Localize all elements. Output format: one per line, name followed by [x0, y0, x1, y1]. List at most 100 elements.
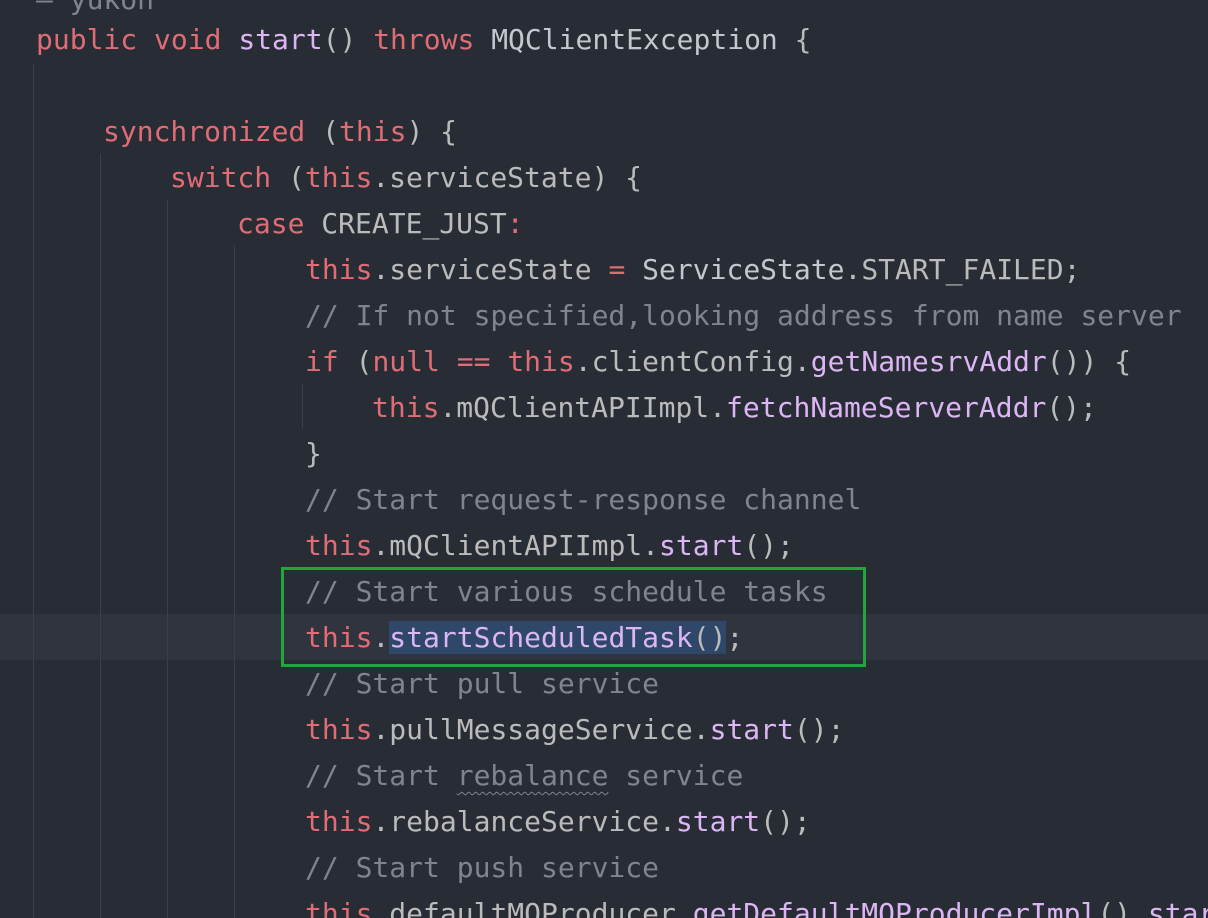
code-token: serviceState: [389, 161, 592, 194]
code-token: ();: [793, 713, 845, 746]
code-token: this: [339, 115, 407, 148]
code-token: case: [237, 207, 305, 240]
code-token: ().: [1097, 897, 1148, 918]
code-line[interactable]: }: [0, 431, 1208, 477]
code-line[interactable]: // If not specified,looking address from…: [0, 293, 1208, 339]
code-token: mQClientAPIImpl: [456, 391, 710, 424]
code-line[interactable]: this.startScheduledTask();: [0, 615, 1208, 661]
code-token: CREATE_JUST: [321, 207, 507, 240]
code-token: service: [608, 759, 744, 792]
code-token: ;: [1063, 253, 1081, 286]
code-token: .: [709, 391, 727, 424]
code-line[interactable]: // Start push service: [0, 845, 1208, 891]
code-token: .: [692, 713, 710, 746]
code-line[interactable]: this.mQClientAPIImpl.start();: [0, 523, 1208, 569]
code-token: ) {: [591, 161, 643, 194]
code-token: startScheduledTask: [389, 621, 693, 654]
code-token: void: [154, 23, 222, 56]
code-token: (: [338, 345, 373, 378]
code-token: ==: [456, 345, 491, 378]
code-token: fetchNameServerAddr: [726, 391, 1047, 424]
code-line[interactable]: public void start() throws MQClientExcep…: [0, 17, 1208, 63]
code-line[interactable]: this.serviceState = ServiceState.START_F…: [0, 247, 1208, 293]
code-token: start: [1147, 897, 1208, 918]
code-token: start: [675, 805, 761, 838]
code-token: START_FAILED: [861, 253, 1064, 286]
code-token: // Start push service: [305, 851, 660, 884]
code-token: (): [322, 23, 374, 56]
code-line[interactable]: synchronized (this) {: [0, 109, 1208, 155]
code-token: :: [506, 207, 524, 240]
code-token: this: [305, 713, 373, 746]
code-token: this: [507, 345, 575, 378]
code-token: rebalance: [456, 759, 609, 792]
code-token: rebalanceService: [389, 805, 660, 838]
code-token: start: [659, 529, 744, 562]
code-token: if: [305, 345, 339, 378]
code-line[interactable]: // Start request-response channel: [0, 477, 1208, 523]
code-token: .: [372, 897, 390, 918]
code-editor[interactable]: – yukonpublic void start() throws MQClie…: [0, 0, 1208, 918]
code-line[interactable]: // Start various schedule tasks: [0, 569, 1208, 615]
code-token: .: [372, 713, 390, 746]
code-token: {: [777, 23, 812, 56]
code-token: defaultMQProducer: [389, 897, 676, 918]
code-token: switch: [170, 161, 272, 194]
code-line[interactable]: [0, 63, 1208, 109]
code-token: // Start pull service: [305, 667, 660, 700]
code-line[interactable]: if (null == this.clientConfig.getNamesrv…: [0, 339, 1208, 385]
code-token: serviceState: [389, 253, 592, 286]
code-line[interactable]: // Start pull service: [0, 661, 1208, 707]
code-token: mQClientAPIImpl: [389, 529, 643, 562]
code-token: .: [642, 529, 660, 562]
code-line[interactable]: this.rebalanceService.start();: [0, 799, 1208, 845]
code-token: null: [372, 345, 440, 378]
code-token: .: [793, 345, 811, 378]
code-token: this: [305, 897, 373, 918]
code-token: this: [305, 529, 373, 562]
code-token: ()) {: [1046, 345, 1132, 378]
code-token: this: [305, 805, 373, 838]
code-token: .: [372, 805, 390, 838]
code-token: .: [372, 161, 390, 194]
code-token: MQClientException: [491, 23, 778, 56]
code-token: .: [659, 805, 676, 838]
code-token: =: [608, 253, 626, 286]
code-token: .: [844, 253, 862, 286]
code-line[interactable]: switch (this.serviceState) {: [0, 155, 1208, 201]
code-token: getDefaultMQProducerImpl: [692, 897, 1098, 918]
code-token: .: [439, 391, 457, 424]
code-token: – yukon: [36, 0, 154, 16]
code-token: ;: [726, 621, 744, 654]
code-line[interactable]: this.mQClientAPIImpl.fetchNameServerAddr…: [0, 385, 1208, 431]
code-token: synchronized: [103, 115, 306, 148]
code-token: .: [372, 621, 390, 654]
code-token: }: [305, 437, 322, 470]
code-line[interactable]: // Start rebalance service: [0, 753, 1208, 799]
code-token: clientConfig: [591, 345, 794, 378]
code-token: ();: [743, 529, 794, 562]
code-token: (: [271, 161, 305, 194]
code-token: public: [36, 23, 138, 56]
code-token: // Start: [305, 759, 457, 792]
code-token: // Start various schedule tasks: [305, 575, 828, 608]
code-token: this: [305, 253, 373, 286]
code-token: throws: [373, 23, 475, 56]
code-token: .: [574, 345, 592, 378]
code-token: ServiceState: [642, 253, 845, 286]
code-token: .: [372, 253, 390, 286]
code-token: this: [304, 161, 373, 194]
code-line[interactable]: this.defaultMQProducer.getDefaultMQProdu…: [0, 891, 1208, 918]
code-line[interactable]: case CREATE_JUST:: [0, 201, 1208, 247]
code-token: ();: [1046, 391, 1097, 424]
code-token: this: [372, 391, 440, 424]
code-line[interactable]: this.pullMessageService.start();: [0, 707, 1208, 753]
code-token: .: [675, 897, 693, 918]
